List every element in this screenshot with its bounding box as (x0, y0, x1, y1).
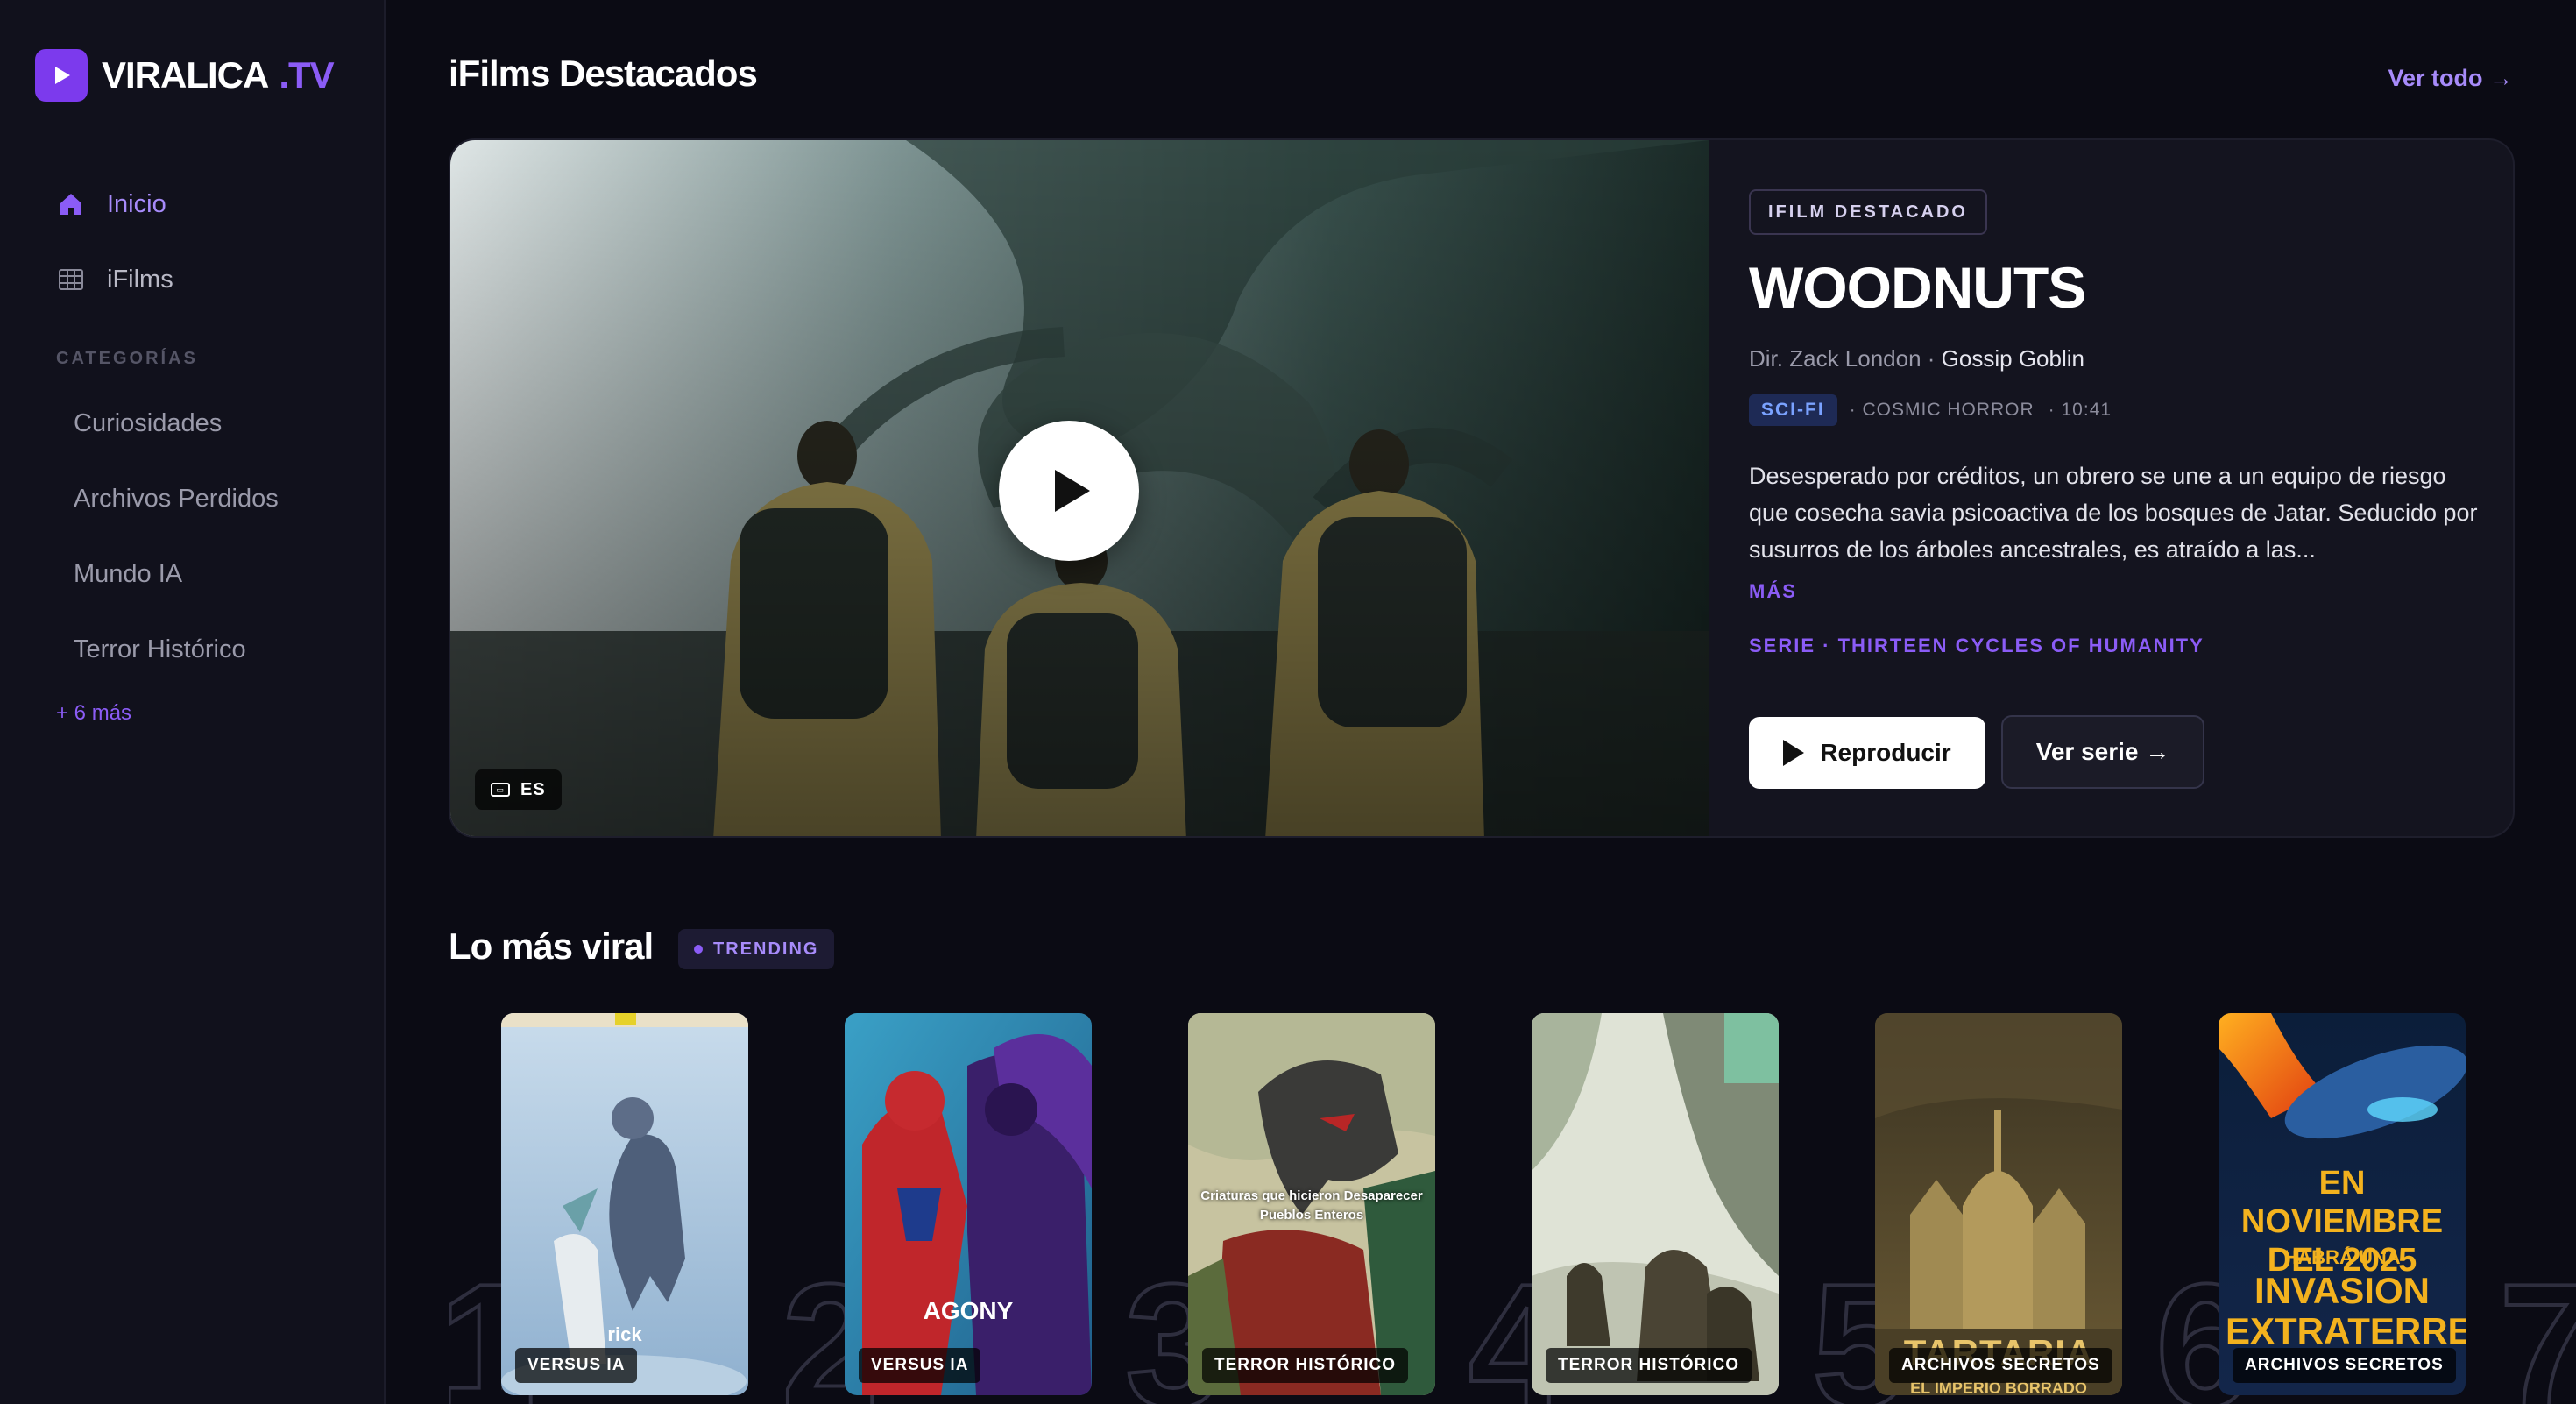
director-label: Dir. Zack London · (1749, 345, 1936, 372)
featured-section-title: iFilms Destacados (449, 53, 758, 94)
poster-thumbnail[interactable]: rick VERSUS IA (501, 1013, 748, 1395)
see-all-link[interactable]: Ver todo → (2388, 65, 2513, 92)
play-logo-icon (35, 49, 88, 102)
trending-dot-icon (694, 945, 703, 954)
hero-play-button[interactable] (999, 421, 1139, 561)
view-series-button[interactable]: Ver serie → (2001, 715, 2204, 789)
hero-description: Desesperado por créditos, un obrero se u… (1749, 463, 2478, 563)
subtitles-icon: ▭ (491, 783, 510, 797)
poster-thumbnail[interactable]: EN NOVIEMBRE DEL 2025 HABRÁ UNA INVASION… (2219, 1013, 2466, 1395)
nav-item-ifilms[interactable]: iFilms (35, 242, 350, 317)
nav-item-label: Inicio (107, 189, 166, 218)
poster-category-tag[interactable]: TERROR HISTÓRICO (1546, 1348, 1752, 1383)
category-item-curiosidades[interactable]: Curiosidades (74, 386, 279, 461)
play-icon (1783, 740, 1805, 766)
poster-category-tag[interactable]: VERSUS IA (515, 1348, 638, 1383)
viral-item[interactable]: 3 Criaturas que hicieron Desaparecer Pue… (1123, 1013, 1479, 1404)
poster-category-tag[interactable]: ARCHIVOS SECRETOS (2233, 1348, 2456, 1383)
viral-item[interactable]: 5 TARTARIA EL IMPERIO BORRADO ARCHIVOS S… (1810, 1013, 2166, 1404)
studio-label[interactable]: Gossip Goblin (1942, 345, 2084, 372)
series-link[interactable]: SERIE · THIRTEEN CYCLES OF HUMANITY (1749, 635, 2204, 657)
hero-meta: SCI-FI · COSMIC HORROR · 10:41 (1749, 394, 2112, 426)
poster-caption: rick (607, 1323, 642, 1345)
more-description-button[interactable]: MÁS (1749, 580, 1797, 603)
category-item-terror-historico[interactable]: Terror Histórico (74, 612, 279, 687)
rank-number: 7 (2497, 1248, 2576, 1404)
category-item-mundo-ia[interactable]: Mundo IA (74, 536, 279, 612)
poster-category-tag[interactable]: TERROR HISTÓRICO (1202, 1348, 1409, 1383)
hero-title: WOODNUTS (1749, 255, 2086, 320)
poster-thumbnail[interactable]: Criaturas que hicieron Desaparecer Puebl… (1188, 1013, 1435, 1395)
grid-icon (56, 265, 86, 294)
nav-item-inicio[interactable]: Inicio (35, 167, 350, 242)
genre-chip[interactable]: SCI-FI (1749, 394, 1837, 426)
language-badge: ▭ ES (475, 769, 562, 810)
poster-thumbnail[interactable]: AGONY VERSUS IA (845, 1013, 1092, 1395)
brand-suffix: .TV (279, 54, 334, 96)
poster-caption: AGONY (923, 1297, 1014, 1324)
featured-hero-card: ▭ ES IFILM DESTACADO WOODNUTS Dir. Zack … (449, 138, 2515, 838)
viral-item[interactable]: 6 EN NOVIEMBRE DEL 2025 HABRÁ UNA INVASI… (2154, 1013, 2509, 1404)
poster-category-tag[interactable]: ARCHIVOS SECRETOS (1889, 1348, 2112, 1383)
category-list: Curiosidades Archivos Perdidos Mundo IA … (74, 386, 279, 687)
language-label: ES (520, 779, 546, 799)
hero-info: IFILM DESTACADO WOODNUTS Dir. Zack Londo… (1738, 140, 2492, 836)
poster-category-tag[interactable]: VERSUS IA (859, 1348, 981, 1383)
poster-thumbnail[interactable]: TERROR HISTÓRICO (1532, 1013, 1779, 1395)
viral-item[interactable]: 4 TERROR HISTÓRICO (1467, 1013, 1822, 1404)
viral-item[interactable]: 1 rick VERSUS IA (449, 1013, 792, 1404)
trending-label: TRENDING (713, 939, 819, 959)
category-item-archivos-perdidos[interactable]: Archivos Perdidos (74, 461, 279, 536)
viral-item[interactable]: 2 AGONY VERSUS IA (780, 1013, 1136, 1404)
subgenre-label: · COSMIC HORROR (1849, 400, 2035, 420)
play-button-label: Reproducir (1820, 739, 1951, 766)
featured-tag: IFILM DESTACADO (1749, 189, 1987, 235)
brand-name: VIRALICA (102, 54, 269, 96)
poster-caption-secondary: INVASION EXTRATERRESTRE (2226, 1270, 2466, 1351)
viral-section-title: Lo más viral (449, 925, 654, 967)
poster-subcaption: HABRÁ UNA (2283, 1246, 2401, 1268)
app-root: VIRALICA .TV Inicio iFilms CATEGORÍAS Cu… (0, 0, 2576, 1404)
brand-logo[interactable]: VIRALICA .TV (35, 49, 335, 102)
main-nav: Inicio iFilms (35, 167, 350, 317)
poster-caption: Criaturas que hicieron Desaparecer Puebl… (1200, 1188, 1423, 1223)
duration-label: · 10:41 (2048, 400, 2112, 420)
view-series-label: Ver serie → (2035, 738, 2170, 765)
viral-ranking-row: 1 rick VERSUS IA 2 AGONY VERSUS IA 3 Cri… (449, 1013, 2576, 1404)
home-icon (56, 189, 86, 219)
sidebar: VIRALICA .TV Inicio iFilms CATEGORÍAS Cu… (0, 0, 386, 1404)
hero-credits: Dir. Zack London · Gossip Goblin (1749, 345, 2084, 372)
viral-item[interactable]: 7 (2497, 1013, 2576, 1404)
more-categories-link[interactable]: + 6 más (56, 701, 131, 726)
categories-heading: CATEGORÍAS (56, 349, 198, 368)
poster-thumbnail[interactable]: TARTARIA EL IMPERIO BORRADO ARCHIVOS SEC… (1875, 1013, 2122, 1395)
trending-badge: TRENDING (678, 929, 835, 969)
play-button[interactable]: Reproducir (1749, 717, 1985, 789)
nav-item-label: iFilms (107, 265, 173, 294)
play-icon (1055, 470, 1090, 512)
